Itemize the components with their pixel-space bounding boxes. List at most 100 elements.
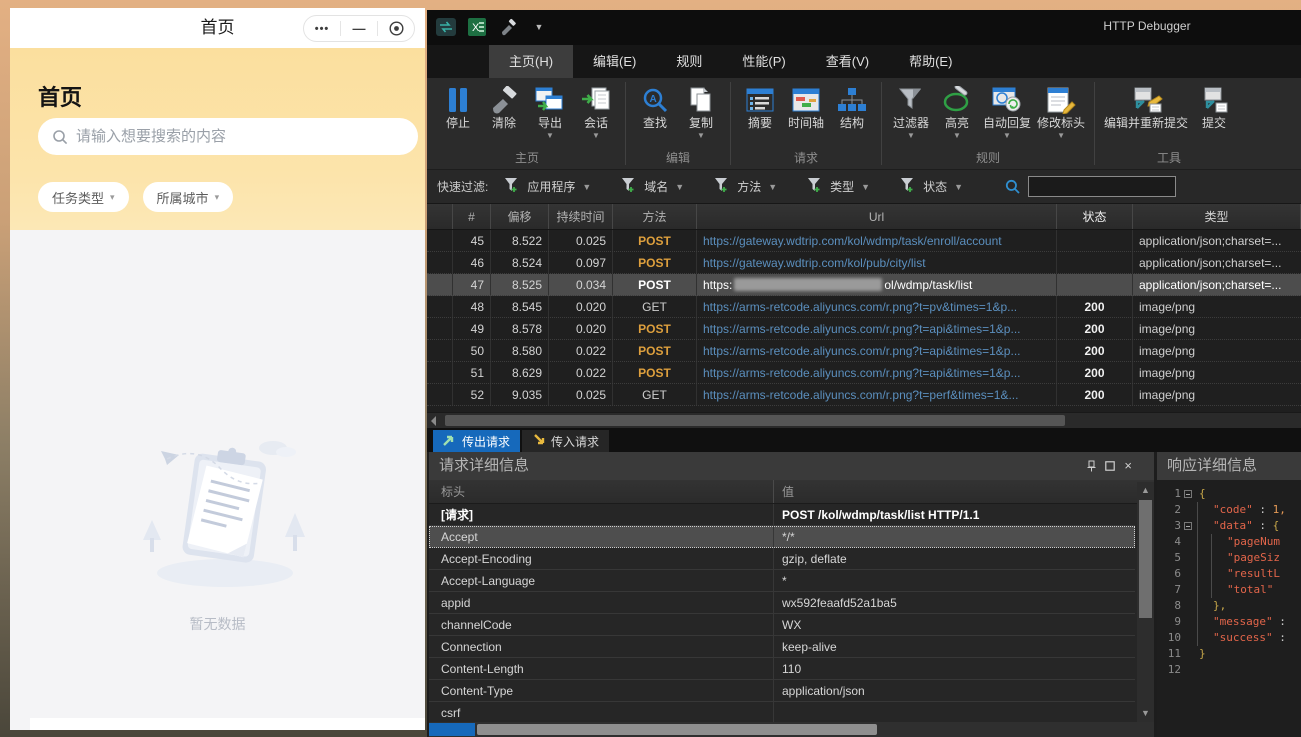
- menu-tab[interactable]: 编辑(E): [573, 45, 656, 78]
- quick-filter-search-input[interactable]: [1028, 176, 1176, 197]
- column-header[interactable]: 状态: [1057, 204, 1133, 229]
- header-row[interactable]: channelCodeWX: [429, 614, 1135, 636]
- caret-down-icon[interactable]: ▼: [528, 16, 550, 38]
- cell: image/png: [1133, 296, 1301, 317]
- ribbon-button[interactable]: 自动回复▼: [980, 82, 1034, 141]
- header-row[interactable]: Connectionkeep-alive: [429, 636, 1135, 658]
- column-header[interactable]: 方法: [613, 204, 697, 229]
- quick-filter-域名[interactable]: 域名▼: [621, 177, 684, 196]
- menu-tab[interactable]: 查看(V): [806, 45, 889, 78]
- filter-pill-city[interactable]: 所属城市▾: [143, 182, 234, 212]
- menu-tab[interactable]: 规则: [656, 45, 722, 78]
- column-header[interactable]: 持续时间: [549, 204, 613, 229]
- fold-gutter: [1181, 534, 1195, 550]
- search-input[interactable]: [76, 128, 404, 145]
- line-number: 2: [1157, 502, 1181, 518]
- header-row[interactable]: Accept*/*: [429, 526, 1135, 548]
- more-dots-icon[interactable]: •••: [304, 16, 340, 41]
- record-circle-icon[interactable]: [378, 16, 414, 41]
- table-row[interactable]: 468.5240.097POSThttps://gateway.wdtrip.c…: [427, 252, 1301, 274]
- ribbon-button[interactable]: A查找: [632, 82, 678, 141]
- column-header-value[interactable]: 值: [774, 480, 1154, 503]
- ribbon-button[interactable]: 结构: [829, 82, 875, 141]
- scroll-left-icon[interactable]: [431, 416, 436, 426]
- header-row[interactable]: Accept-Encodinggzip, deflate: [429, 548, 1135, 570]
- brush-icon[interactable]: [497, 16, 519, 38]
- header-row[interactable]: appidwx592feaafd52a1ba5: [429, 592, 1135, 614]
- table-row[interactable]: 529.0350.025GEThttps://arms-retcode.aliy…: [427, 384, 1301, 406]
- quick-filter-类型[interactable]: 类型▼: [807, 177, 870, 196]
- filter-pill-task-type[interactable]: 任务类型▾: [38, 182, 129, 212]
- ribbon-button[interactable]: 导出▼: [527, 82, 573, 141]
- ribbon-button[interactable]: 清除: [481, 82, 527, 141]
- ribbon-button-label: 过滤器: [893, 116, 929, 131]
- ribbon-button[interactable]: 修改标头▼: [1034, 82, 1088, 141]
- fold-toggle-icon[interactable]: [1181, 486, 1195, 502]
- table-row[interactable]: 488.5450.020GEThttps://arms-retcode.aliy…: [427, 296, 1301, 318]
- minimize-icon[interactable]: —: [341, 16, 377, 41]
- header-row[interactable]: Content-Length110: [429, 658, 1135, 680]
- column-header-name[interactable]: 标头: [429, 480, 774, 503]
- quick-filter-应用程序[interactable]: 应用程序▼: [504, 177, 591, 196]
- header-row[interactable]: csrf: [429, 702, 1135, 722]
- ribbon-button[interactable]: 复制▼: [678, 82, 724, 141]
- table-row[interactable]: 478.5250.034POSThttps:ol/wdmp/task/lista…: [427, 274, 1301, 296]
- caret-down-icon: ▼: [953, 131, 961, 141]
- quick-filter-状态[interactable]: 状态▼: [900, 177, 963, 196]
- ribbon-button-label: 时间轴: [788, 116, 824, 131]
- ribbon-button[interactable]: 过滤器▼: [888, 82, 934, 141]
- sync-arrows-icon[interactable]: [435, 16, 457, 38]
- menu-tab[interactable]: 性能(P): [722, 45, 805, 78]
- quick-filter-方法[interactable]: 方法▼: [714, 177, 777, 196]
- scrollbar-thumb[interactable]: [1139, 500, 1152, 618]
- menu-tab[interactable]: 帮助(E): [889, 45, 972, 78]
- header-name: appid: [429, 592, 774, 613]
- maximize-icon[interactable]: [1105, 461, 1115, 471]
- filter-pills: 任务类型▾ 所属城市▾: [38, 182, 233, 212]
- close-icon[interactable]: ×: [1124, 452, 1132, 480]
- header-row[interactable]: [请求]POST /kol/wdmp/task/list HTTP/1.1: [429, 504, 1135, 526]
- menu-tab[interactable]: 主页(H): [489, 45, 573, 78]
- scrollbar-thumb[interactable]: [477, 724, 877, 735]
- stream-tab[interactable]: 传入请求: [522, 430, 609, 452]
- scroll-down-icon[interactable]: ▼: [1139, 707, 1152, 720]
- fold-toggle-icon[interactable]: [1181, 518, 1195, 534]
- line-number: 6: [1157, 566, 1181, 582]
- request-vertical-scrollbar[interactable]: ▲ ▼: [1137, 482, 1154, 722]
- column-header[interactable]: #: [453, 204, 491, 229]
- header-row[interactable]: Content-Typeapplication/json: [429, 680, 1135, 702]
- table-row[interactable]: 508.5800.022POSThttps://arms-retcode.ali…: [427, 340, 1301, 362]
- pin-icon[interactable]: [1087, 460, 1096, 472]
- ribbon-group-buttons: 摘要 时间轴 结构: [737, 82, 875, 149]
- column-header[interactable]: 偏移: [491, 204, 549, 229]
- excel-icon[interactable]: X: [466, 16, 488, 38]
- ribbon-group: 过滤器▼高亮▼自动回复▼修改标头▼规则: [886, 78, 1090, 169]
- header-row[interactable]: Accept-Language*: [429, 570, 1135, 592]
- search-box[interactable]: [38, 118, 418, 155]
- scrollbar-thumb[interactable]: [445, 415, 1065, 426]
- ribbon-button[interactable]: 停止: [435, 82, 481, 141]
- ribbon-button[interactable]: 摘要: [737, 82, 783, 141]
- stream-tab[interactable]: 传出请求: [433, 430, 520, 452]
- quick-filter-label: 类型: [830, 178, 854, 195]
- scroll-up-icon[interactable]: ▲: [1139, 484, 1152, 497]
- column-header[interactable]: 类型: [1133, 204, 1301, 229]
- ribbon-button[interactable]: 会话▼: [573, 82, 619, 141]
- line-number: 8: [1157, 598, 1181, 614]
- ribbon-button[interactable]: 时间轴: [783, 82, 829, 141]
- scrollbar-accent: [429, 723, 475, 736]
- table-row[interactable]: 498.5780.020POSThttps://arms-retcode.ali…: [427, 318, 1301, 340]
- column-header[interactable]: [427, 204, 453, 229]
- code-line: 3"data" : {: [1157, 518, 1301, 534]
- quick-access-toolbar: X ▼: [435, 16, 550, 38]
- request-horizontal-scrollbar[interactable]: [429, 722, 1154, 737]
- ribbon-button[interactable]: 高亮▼: [934, 82, 980, 141]
- ribbon-button[interactable]: 编辑并重新提交: [1101, 82, 1191, 141]
- column-header[interactable]: Url: [697, 204, 1057, 229]
- table-row[interactable]: 458.5220.025POSThttps://gateway.wdtrip.c…: [427, 230, 1301, 252]
- cell: 0.020: [549, 296, 613, 317]
- ribbon-button[interactable]: 提交: [1191, 82, 1237, 141]
- request-detail-columns: 标头 值: [429, 480, 1154, 504]
- table-horizontal-scrollbar[interactable]: [427, 412, 1301, 428]
- table-row[interactable]: 518.6290.022POSThttps://arms-retcode.ali…: [427, 362, 1301, 384]
